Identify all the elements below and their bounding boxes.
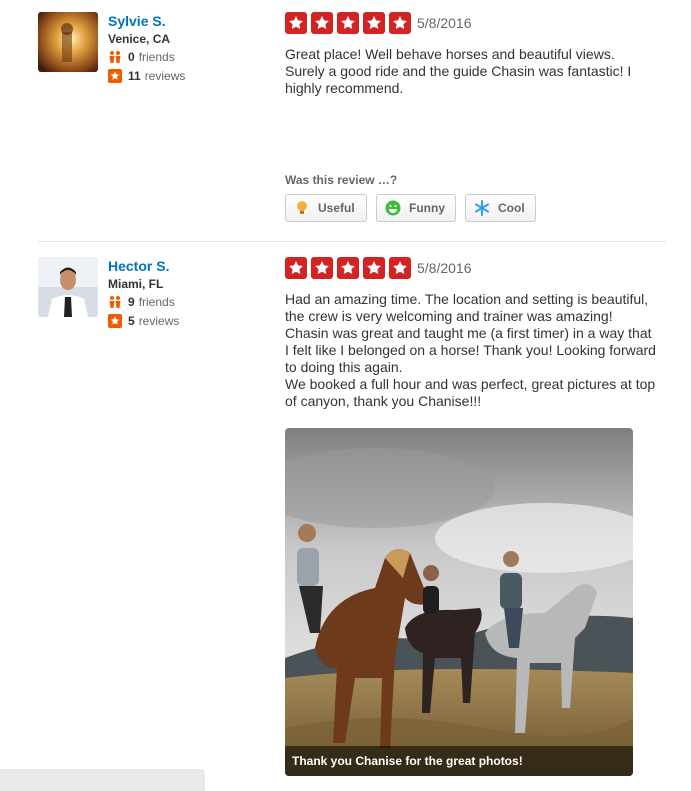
smiley-icon xyxy=(385,200,401,216)
photo-caption: Thank you Chanise for the great photos! xyxy=(285,746,633,776)
cool-label: Cool xyxy=(498,201,525,215)
user-name[interactable]: Hector S. xyxy=(108,258,169,274)
review-paragraph: Great place! Well behave horses and beau… xyxy=(285,46,632,96)
review-date: 5/8/2016 xyxy=(417,260,472,276)
review-1: Sylvie S. Venice, CA 0 friends 11 review… xyxy=(0,0,691,242)
review-text: Had an amazing time. The location and se… xyxy=(285,291,657,410)
friends-label: friends xyxy=(138,50,175,64)
star-badge-icon xyxy=(108,314,122,328)
star-icon xyxy=(311,12,333,34)
user-avatar[interactable] xyxy=(38,12,98,72)
user-avatar[interactable] xyxy=(38,257,98,317)
friends-icon xyxy=(108,50,122,64)
user-name[interactable]: Sylvie S. xyxy=(108,13,166,29)
star-rating xyxy=(285,257,415,279)
star-icon xyxy=(363,257,385,279)
star-icon xyxy=(311,257,333,279)
snowflake-icon xyxy=(474,200,490,216)
reviews-label: reviews xyxy=(138,314,180,328)
star-badge-icon xyxy=(108,69,122,83)
bottom-scroll-panel xyxy=(0,769,205,791)
horse-riders-photo xyxy=(285,428,633,776)
star-icon xyxy=(285,12,307,34)
lightbulb-icon xyxy=(294,200,310,216)
useful-button[interactable]: Useful xyxy=(285,194,367,222)
reviews-number: 5 xyxy=(128,314,135,328)
user-location: Miami, FL xyxy=(108,277,164,291)
star-icon xyxy=(389,12,411,34)
star-rating xyxy=(285,12,415,34)
review-paragraph: We booked a full hour and was perfect, g… xyxy=(285,376,656,409)
star-icon xyxy=(285,257,307,279)
friends-icon xyxy=(108,295,122,309)
friends-label: friends xyxy=(138,295,175,309)
star-icon xyxy=(337,12,359,34)
star-icon xyxy=(389,257,411,279)
user-location: Venice, CA xyxy=(108,32,171,46)
friends-number: 9 xyxy=(128,295,135,309)
vote-prompt: Was this review …? xyxy=(285,173,398,187)
review-text: Great place! Well behave horses and beau… xyxy=(285,46,657,97)
star-icon xyxy=(337,257,359,279)
friends-count: 9 friends xyxy=(108,295,175,309)
reviews-count: 5 reviews xyxy=(108,314,179,328)
friends-count: 0 friends xyxy=(108,50,175,64)
review-paragraph: Had an amazing time. The location and se… xyxy=(285,291,656,375)
review-photo[interactable]: Thank you Chanise for the great photos! xyxy=(285,428,633,776)
reviews-label: reviews xyxy=(144,69,186,83)
friends-number: 0 xyxy=(128,50,135,64)
funny-button[interactable]: Funny xyxy=(376,194,456,222)
review-date: 5/8/2016 xyxy=(417,15,472,31)
useful-label: Useful xyxy=(318,201,355,215)
reviews-count: 11 reviews xyxy=(108,69,185,83)
cool-button[interactable]: Cool xyxy=(465,194,536,222)
reviews-number: 11 xyxy=(128,69,141,83)
star-icon xyxy=(363,12,385,34)
funny-label: Funny xyxy=(409,201,445,215)
